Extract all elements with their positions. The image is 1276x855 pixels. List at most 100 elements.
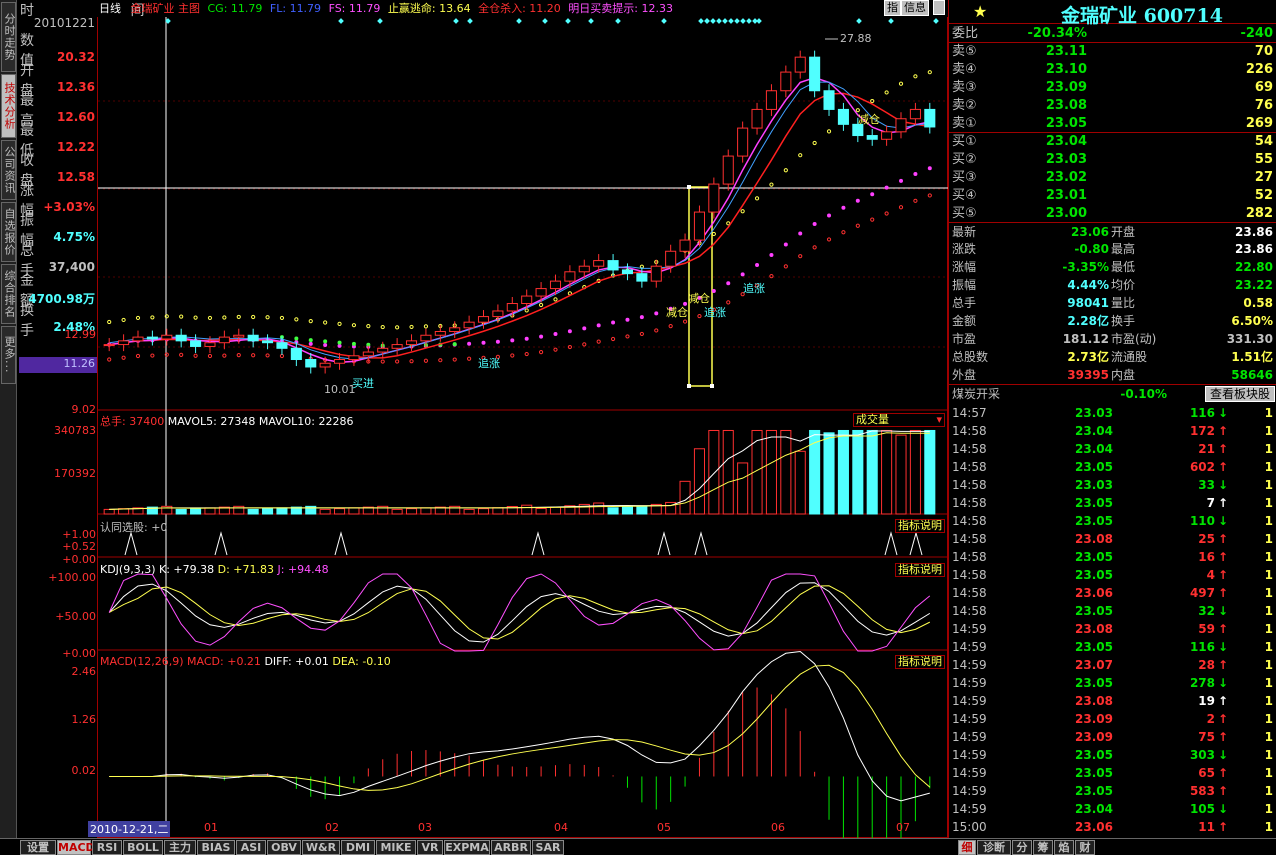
detail-tab[interactable]: 财 xyxy=(1075,840,1095,855)
tab-intraday[interactable]: 分时走势 xyxy=(1,2,16,72)
indicator-tab[interactable]: MIKE xyxy=(376,840,416,855)
order-volume: 76 xyxy=(1254,98,1273,113)
period-label[interactable]: 日线 xyxy=(99,2,121,15)
indicator-tab[interactable]: 主力 xyxy=(164,840,196,855)
volume-bar xyxy=(262,508,274,515)
indicator-tab[interactable]: DMI xyxy=(341,840,375,855)
tab-technical-analysis[interactable]: 技术分析 xyxy=(1,74,16,138)
kdj-d: D: +71.83 xyxy=(217,563,275,576)
indicator-tab[interactable]: BIAS xyxy=(197,840,235,855)
tick-row: 14:58 23.05 110 ↓ 1 xyxy=(949,512,1276,530)
envelope-dot xyxy=(222,315,227,320)
macd-diff-line xyxy=(109,651,930,802)
xg-help-button[interactable]: 指标说明 xyxy=(895,519,945,533)
detail-tab[interactable]: 分 xyxy=(1012,840,1032,855)
stat-label: 金额 xyxy=(952,314,977,328)
bid-row[interactable]: 买① 23.04 54 xyxy=(949,133,1276,151)
tick-volume: 25 xyxy=(1198,532,1215,546)
star-icon[interactable]: ★ xyxy=(973,2,987,21)
volume-dropdown[interactable]: 成交量 ▾ xyxy=(853,413,945,427)
tick-count: 1 xyxy=(1264,406,1273,420)
volume-bar xyxy=(103,508,115,515)
envelope-dot xyxy=(323,320,328,325)
stat-value: 23.06 xyxy=(1071,225,1109,239)
macd-help-button[interactable]: 指标说明 xyxy=(895,655,945,669)
bid-row[interactable]: 买③ 23.02 27 xyxy=(949,169,1276,187)
detail-tab[interactable]: 诊断 xyxy=(977,840,1011,855)
signal-marker xyxy=(588,18,594,24)
bid-row[interactable]: 买④ 23.01 52 xyxy=(949,187,1276,205)
kdj-help-button[interactable]: 指标说明 xyxy=(895,563,945,577)
sector-name[interactable]: 煤炭开采 xyxy=(952,385,1000,403)
tick-row: 14:58 23.05 16 ↑ 1 xyxy=(949,548,1276,566)
magenta-dot xyxy=(870,192,875,197)
indicator-tab[interactable]: W&R xyxy=(302,840,340,855)
ask-row[interactable]: 卖① 23.05 269 xyxy=(949,115,1276,133)
tab-ranking[interactable]: 综合排名 xyxy=(1,264,16,324)
ask-row[interactable]: 卖⑤ 23.11 70 xyxy=(949,43,1276,61)
tick-time: 14:58 xyxy=(952,532,987,546)
magenta-dot xyxy=(726,281,731,286)
indicator-tab[interactable]: RSI xyxy=(92,840,122,855)
arrow-up-icon: ↑ xyxy=(1217,712,1229,726)
indicator-tab[interactable]: ARBR xyxy=(491,840,531,855)
indicator-tab[interactable]: OBV xyxy=(267,840,301,855)
ask-row[interactable]: 卖② 23.08 76 xyxy=(949,97,1276,115)
stat-label: 流通股 xyxy=(1111,350,1148,364)
tick-price: 23.03 xyxy=(1075,478,1113,492)
lower-dot xyxy=(279,353,285,359)
tick-count: 1 xyxy=(1264,748,1273,762)
tick-time: 14:58 xyxy=(952,496,987,510)
green-dot xyxy=(337,340,342,345)
kdj-j: J: +94.48 xyxy=(277,563,329,576)
xg-axis-3: +0.00 xyxy=(62,553,96,566)
envelope-dot xyxy=(826,129,832,134)
arrow-up-icon: ↑ xyxy=(1217,460,1229,474)
tick-row: 14:58 23.04 21 ↑ 1 xyxy=(949,440,1276,458)
candle-body xyxy=(319,362,331,368)
indicator-tab[interactable]: 设置 xyxy=(20,840,56,855)
bid-row[interactable]: 买⑤ 23.00 282 xyxy=(949,205,1276,223)
tick-price: 23.05 xyxy=(1075,550,1113,564)
view-sector-button[interactable]: 查看板块股 xyxy=(1204,386,1275,402)
tick-count: 1 xyxy=(1264,496,1273,510)
candle-body xyxy=(103,344,115,347)
indicator-tab[interactable]: VR xyxy=(417,840,443,855)
stock-title-bar: ★ 金瑞矿业 600714 xyxy=(949,0,1276,27)
envelope-dot xyxy=(812,140,817,146)
chart-header: 日线 金瑞矿业 主图 CG: 11.79 FL: 11.79 FS: 11.79… xyxy=(97,0,947,17)
lower-dot xyxy=(697,313,702,319)
tick-count: 1 xyxy=(1264,532,1273,546)
magenta-dot xyxy=(841,205,846,210)
signal-marker xyxy=(467,18,473,24)
tick-price: 23.05 xyxy=(1075,748,1113,762)
ask-row[interactable]: 卖③ 23.09 69 xyxy=(949,79,1276,97)
kline-chart-area[interactable]: 12.99 11.26 9.02 340783 170392 +1.00 +0.… xyxy=(19,17,949,838)
bid-row[interactable]: 买② 23.03 55 xyxy=(949,151,1276,169)
ask-row[interactable]: 卖④ 23.10 226 xyxy=(949,61,1276,79)
detail-tab[interactable]: 细 xyxy=(958,840,976,855)
candle-body xyxy=(175,334,187,342)
tick-price: 23.03 xyxy=(1075,406,1113,420)
indicator-tab[interactable]: EXPMA xyxy=(444,840,490,855)
detail-tab[interactable]: 筹 xyxy=(1033,840,1053,855)
tick-row: 14:58 23.03 33 ↓ 1 xyxy=(949,476,1276,494)
tab-company-info[interactable]: 公司资讯 xyxy=(1,140,16,200)
tick-row: 14:59 23.08 19 ↑ 1 xyxy=(949,692,1276,710)
kdj-axis-100: +100.00 xyxy=(48,571,96,584)
indicator-button[interactable]: 指 xyxy=(884,0,901,16)
close-icon[interactable] xyxy=(933,0,945,15)
info-button[interactable]: 信息 xyxy=(901,0,929,16)
volume-bar xyxy=(593,502,605,515)
indicator-tab[interactable]: SAR xyxy=(532,840,564,855)
indicator-tab[interactable]: BOLL xyxy=(123,840,163,855)
volume-bar xyxy=(492,507,504,515)
envelope-dot xyxy=(366,324,371,329)
indicator-tab[interactable]: MACD xyxy=(57,840,95,855)
stat-label: 涨跌 xyxy=(952,242,977,256)
tab-watchlist[interactable]: 自选报价 xyxy=(1,202,16,262)
indicator-tab[interactable]: ASI xyxy=(236,840,266,855)
lower-dot xyxy=(164,352,169,357)
detail-tab[interactable]: 焰 xyxy=(1054,840,1074,855)
stat-value: 0.58 xyxy=(1243,296,1273,310)
